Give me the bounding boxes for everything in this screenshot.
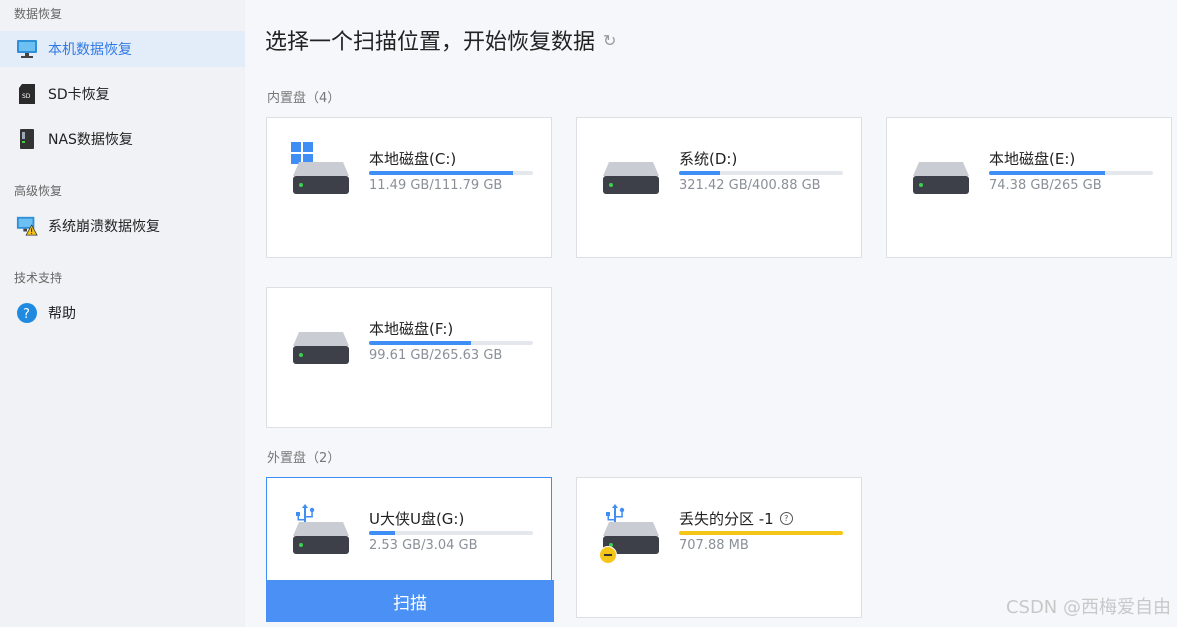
sidebar-item-label: SD卡恢复 xyxy=(48,87,110,103)
usage-bar xyxy=(369,531,533,535)
usage-bar-fill xyxy=(369,341,471,345)
monitor-icon xyxy=(16,38,38,60)
sidebar-item-help[interactable]: ? 帮助 xyxy=(0,295,245,331)
drive-card-c[interactable]: 本地磁盘(C:) 11.49 GB/111.79 GB xyxy=(266,117,552,258)
page-title: 选择一个扫描位置，开始恢复数据 ↻ xyxy=(265,24,616,56)
drive-size: 74.38 GB/265 GB xyxy=(989,178,1102,193)
sidebar-item-sd-recovery[interactable]: SD SD卡恢复 xyxy=(0,76,245,112)
hard-disk-icon xyxy=(913,162,969,194)
sidebar-item-label: 系统崩溃数据恢复 xyxy=(48,219,160,235)
sidebar-item-system-crash-recovery[interactable]: 系统崩溃数据恢复 xyxy=(0,208,245,244)
drive-name: 丢失的分区 -1 xyxy=(679,510,774,528)
drive-size: 11.49 GB/111.79 GB xyxy=(369,178,503,193)
watermark: CSDN @西梅爱自由 xyxy=(1005,597,1171,618)
svg-text:SD: SD xyxy=(22,93,31,100)
section-advanced-recovery: 高级恢复 xyxy=(14,184,63,198)
sd-card-icon: SD xyxy=(16,83,38,105)
drive-name: 本地磁盘(E:) xyxy=(989,150,1076,168)
external-drives-label: 外置盘（2） xyxy=(267,451,341,466)
usage-bar xyxy=(369,171,533,175)
nas-icon xyxy=(16,128,38,150)
svg-text:?: ? xyxy=(23,307,30,322)
section-data-recovery: 数据恢复 xyxy=(14,7,63,21)
sidebar-item-label: NAS数据恢复 xyxy=(48,132,133,148)
hard-disk-icon xyxy=(293,162,349,194)
sidebar-item-label: 本机数据恢复 xyxy=(48,42,132,58)
sidebar-item-local-recovery[interactable]: 本机数据恢复 xyxy=(0,31,245,67)
lost-partition-badge-icon xyxy=(599,546,617,564)
usage-bar-fill xyxy=(679,531,843,535)
usage-bar-fill xyxy=(369,171,514,175)
system-crash-icon xyxy=(16,215,38,237)
usage-bar xyxy=(989,171,1153,175)
usage-bar xyxy=(679,171,843,175)
hard-disk-icon xyxy=(603,162,659,194)
drive-card-d[interactable]: 系统(D:) 321.42 GB/400.88 GB xyxy=(576,117,862,258)
drive-name: 系统(D:) xyxy=(679,150,738,168)
sidebar-item-label: 帮助 xyxy=(48,306,76,322)
drive-name-row: 丢失的分区 -1 ? xyxy=(679,508,793,529)
main-panel: 选择一个扫描位置，开始恢复数据 ↻ 内置盘（4） 本地磁盘(C:) 11.49 … xyxy=(245,0,1177,627)
drive-card-f[interactable]: 本地磁盘(F:) 99.61 GB/265.63 GB xyxy=(266,287,552,428)
windows-logo-icon xyxy=(291,142,313,164)
sidebar-item-nas-recovery[interactable]: NAS数据恢复 xyxy=(0,121,245,157)
drive-size: 707.88 MB xyxy=(679,538,749,553)
internal-drives-label: 内置盘（4） xyxy=(267,91,341,106)
drive-card-g[interactable]: U大侠U盘(G:) 2.53 GB/3.04 GB 扫描 xyxy=(266,477,554,622)
refresh-icon[interactable]: ↻ xyxy=(603,31,616,50)
usage-bar xyxy=(369,341,533,345)
usage-bar-fill xyxy=(989,171,1106,175)
drive-name: U大侠U盘(G:) xyxy=(369,510,465,528)
drive-size: 99.61 GB/265.63 GB xyxy=(369,348,503,363)
drive-name: 本地磁盘(F:) xyxy=(369,320,454,338)
usage-bar-fill xyxy=(369,531,396,535)
usage-bar-fill xyxy=(679,171,720,175)
sidebar: 数据恢复 本机数据恢复 SD SD卡恢复 NAS数据恢复 高级恢复 系统崩溃数据… xyxy=(0,0,245,627)
question-mark-icon[interactable]: ? xyxy=(779,512,793,525)
hard-disk-icon xyxy=(293,332,349,364)
section-tech-support: 技术支持 xyxy=(14,271,63,285)
help-icon: ? xyxy=(16,302,38,324)
drive-card-lost-partition[interactable]: 丢失的分区 -1 ? 707.88 MB xyxy=(576,477,862,618)
drive-size: 321.42 GB/400.88 GB xyxy=(679,178,821,193)
page-title-text: 选择一个扫描位置，开始恢复数据 xyxy=(265,30,596,55)
drive-size: 2.53 GB/3.04 GB xyxy=(369,538,478,553)
drive-name: 本地磁盘(C:) xyxy=(369,150,457,168)
usage-bar xyxy=(679,531,843,535)
scan-button[interactable]: 扫描 xyxy=(266,580,554,622)
hard-disk-icon xyxy=(293,522,349,554)
drive-card-e[interactable]: 本地磁盘(E:) 74.38 GB/265 GB xyxy=(886,117,1172,258)
